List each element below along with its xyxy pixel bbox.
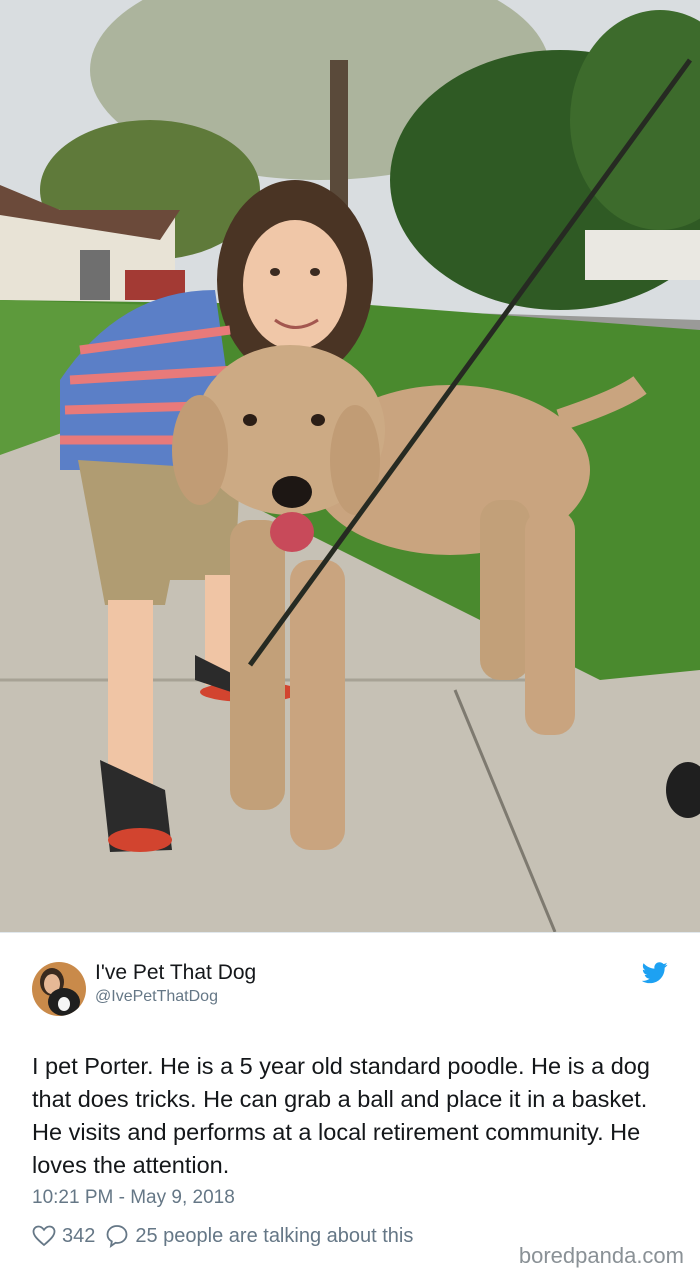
photo-girl-and-poodle [0,0,700,932]
tweet-photo[interactable] [0,0,700,932]
author-name[interactable]: I've Pet That Dog [95,961,256,985]
avatar-image [32,962,86,1016]
twitter-bird-icon[interactable] [641,962,668,984]
tweet-timestamp[interactable]: 10:21 PM - May 9, 2018 [32,1187,235,1209]
speech-bubble-icon[interactable] [105,1224,129,1248]
tweet-actions: 342 25 people are talking about this [32,1222,413,1250]
heart-icon[interactable] [32,1225,56,1247]
tweet-text: I pet Porter. He is a 5 year old standar… [32,1053,650,1178]
conversation-link[interactable]: 25 people are talking about this [135,1225,413,1248]
watermark: boredpanda.com [518,1243,684,1268]
author-handle[interactable]: @IvePetThatDog [95,988,218,1006]
author-avatar[interactable] [32,962,86,1016]
like-count[interactable]: 342 [62,1225,95,1248]
